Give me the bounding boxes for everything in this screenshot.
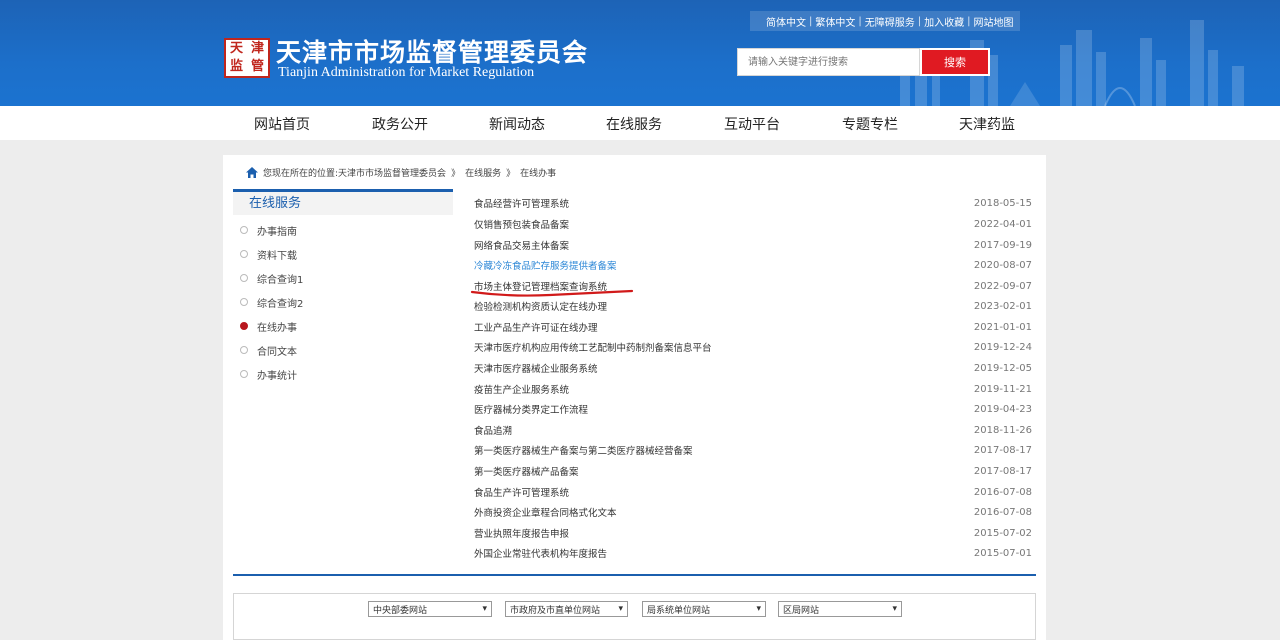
- list-item[interactable]: 冷藏冷冻食品贮存服务提供者备案 2020-08-07: [474, 257, 1032, 273]
- select-central-ministries[interactable]: 中央部委网站 ▾: [368, 601, 492, 617]
- bullet-active-icon: [240, 322, 248, 330]
- chevron-down-icon: ▾: [892, 604, 897, 614]
- sidebar-item-contracts[interactable]: 合同文本: [240, 342, 297, 358]
- nav-item-interaction[interactable]: 互动平台: [724, 114, 780, 134]
- breadcrumb-current: 在线办事: [520, 168, 557, 179]
- sidebar-title: 在线服务: [233, 189, 453, 215]
- section-divider: [233, 574, 1036, 576]
- footer-related-links: 中央部委网站 ▾ 市政府及市直单位网站 ▾ 局系统单位网站 ▾ 区局网站 ▾: [233, 593, 1036, 640]
- bullet-icon: [240, 298, 248, 306]
- link-simplified-chinese[interactable]: 简体中文: [766, 14, 806, 29]
- bullet-icon: [240, 370, 248, 378]
- select-municipal-units[interactable]: 市政府及市直单位网站 ▾: [505, 601, 628, 617]
- bullet-icon: [240, 250, 248, 258]
- breadcrumb: 您现在所在的位置: 天津市市场监督管理委员会 》 在线服务 》 在线办事: [245, 164, 556, 180]
- bullet-icon: [240, 274, 248, 282]
- red-underline-annotation: [470, 289, 634, 297]
- chevron-down-icon: ▾: [618, 604, 623, 614]
- chevron-down-icon: ▾: [756, 604, 761, 614]
- list-item[interactable]: 第一类医疗器械生产备案与第二类医疗器械经营备案 2017-08-17: [474, 442, 1032, 458]
- list-item[interactable]: 食品生产许可管理系统 2016-07-08: [474, 484, 1032, 500]
- sidebar-item-online-affairs[interactable]: 在线办事: [240, 318, 297, 334]
- list-item[interactable]: 仅销售预包装食品备案 2022-04-01: [474, 216, 1032, 232]
- list-item[interactable]: 营业执照年度报告申报 2015-07-02: [474, 525, 1032, 541]
- list-item[interactable]: 医疗器械分类界定工作流程 2019-04-23: [474, 401, 1032, 417]
- sidebar-item-guide[interactable]: 办事指南: [240, 222, 297, 238]
- list-item[interactable]: 外商投资企业章程合同格式化文本 2016-07-08: [474, 504, 1032, 520]
- breadcrumb-separator: 》: [451, 168, 461, 179]
- nav-item-tianjin-drug[interactable]: 天津药监: [959, 114, 1015, 134]
- site-subtitle: Tianjin Administration for Market Regula…: [278, 65, 535, 80]
- sidebar-item-statistics[interactable]: 办事统计: [240, 366, 297, 382]
- chevron-down-icon: ▾: [482, 604, 487, 614]
- sidebar-item-query2[interactable]: 综合查询2: [240, 294, 303, 310]
- select-bureau-units[interactable]: 局系统单位网站 ▾: [642, 601, 766, 617]
- list-item[interactable]: 网络食品交易主体备案 2017-09-19: [474, 237, 1032, 253]
- top-utility-links: 简体中文 | 繁体中文 | 无障碍服务 | 加入收藏 | 网站地图: [750, 11, 1020, 31]
- search-button[interactable]: 搜索: [920, 48, 990, 76]
- site-title: 天津市市场监督管理委员会: [276, 38, 589, 67]
- bullet-icon: [240, 226, 248, 234]
- link-accessibility[interactable]: 无障碍服务: [865, 14, 915, 29]
- breadcrumb-prefix: 您现在所在的位置:: [263, 168, 339, 179]
- nav-item-online-services[interactable]: 在线服务: [606, 114, 662, 134]
- home-icon: [246, 166, 258, 178]
- breadcrumb-link-home[interactable]: 天津市市场监督管理委员会: [338, 166, 446, 179]
- breadcrumb-link-online-services[interactable]: 在线服务: [465, 166, 501, 179]
- link-site-map[interactable]: 网站地图: [974, 14, 1014, 29]
- list-item[interactable]: 第一类医疗器械产品备案 2017-08-17: [474, 463, 1032, 479]
- nav-item-home[interactable]: 网站首页: [254, 114, 310, 134]
- nav-item-news[interactable]: 新闻动态: [489, 114, 545, 134]
- search-field-wrapper: [737, 48, 920, 76]
- nav-item-topics[interactable]: 专题专栏: [842, 114, 898, 134]
- search-input[interactable]: [738, 49, 919, 75]
- select-district-bureaus[interactable]: 区局网站 ▾: [778, 601, 902, 617]
- main-nav: 网站首页 政务公开 新闻动态 在线服务 互动平台 专题专栏 天津药监: [0, 106, 1280, 140]
- link-add-favorite[interactable]: 加入收藏: [924, 14, 964, 29]
- list-item[interactable]: 工业产品生产许可证在线办理 2021-01-01: [474, 319, 1032, 335]
- nav-item-government-affairs[interactable]: 政务公开: [372, 114, 428, 134]
- list-item[interactable]: 天津市医疗器械企业服务系统 2019-12-05: [474, 360, 1032, 376]
- bullet-icon: [240, 346, 248, 354]
- list-item[interactable]: 疫苗生产企业服务系统 2019-11-21: [474, 381, 1032, 397]
- site-logo[interactable]: 天 津 监 管: [224, 38, 270, 78]
- link-traditional-chinese[interactable]: 繁体中文: [815, 14, 855, 29]
- sidebar-item-query1[interactable]: 综合查询1: [240, 270, 303, 286]
- list-item[interactable]: 天津市医疗机构应用传统工艺配制中药制剂备案信息平台 2019-12-24: [474, 339, 1032, 355]
- list-item[interactable]: 外国企业常驻代表机构年度报告 2015-07-01: [474, 545, 1032, 561]
- list-item[interactable]: 检验检测机构资质认定在线办理 2023-02-01: [474, 298, 1032, 314]
- site-header: 简体中文 | 繁体中文 | 无障碍服务 | 加入收藏 | 网站地图 天 津 监 管 天津…: [0, 0, 1280, 106]
- sidebar-item-downloads[interactable]: 资料下载: [240, 246, 297, 262]
- breadcrumb-separator: 》: [506, 168, 516, 179]
- list-item[interactable]: 食品经营许可管理系统 2018-05-15: [474, 195, 1032, 211]
- list-item[interactable]: 食品追溯 2018-11-26: [474, 422, 1032, 438]
